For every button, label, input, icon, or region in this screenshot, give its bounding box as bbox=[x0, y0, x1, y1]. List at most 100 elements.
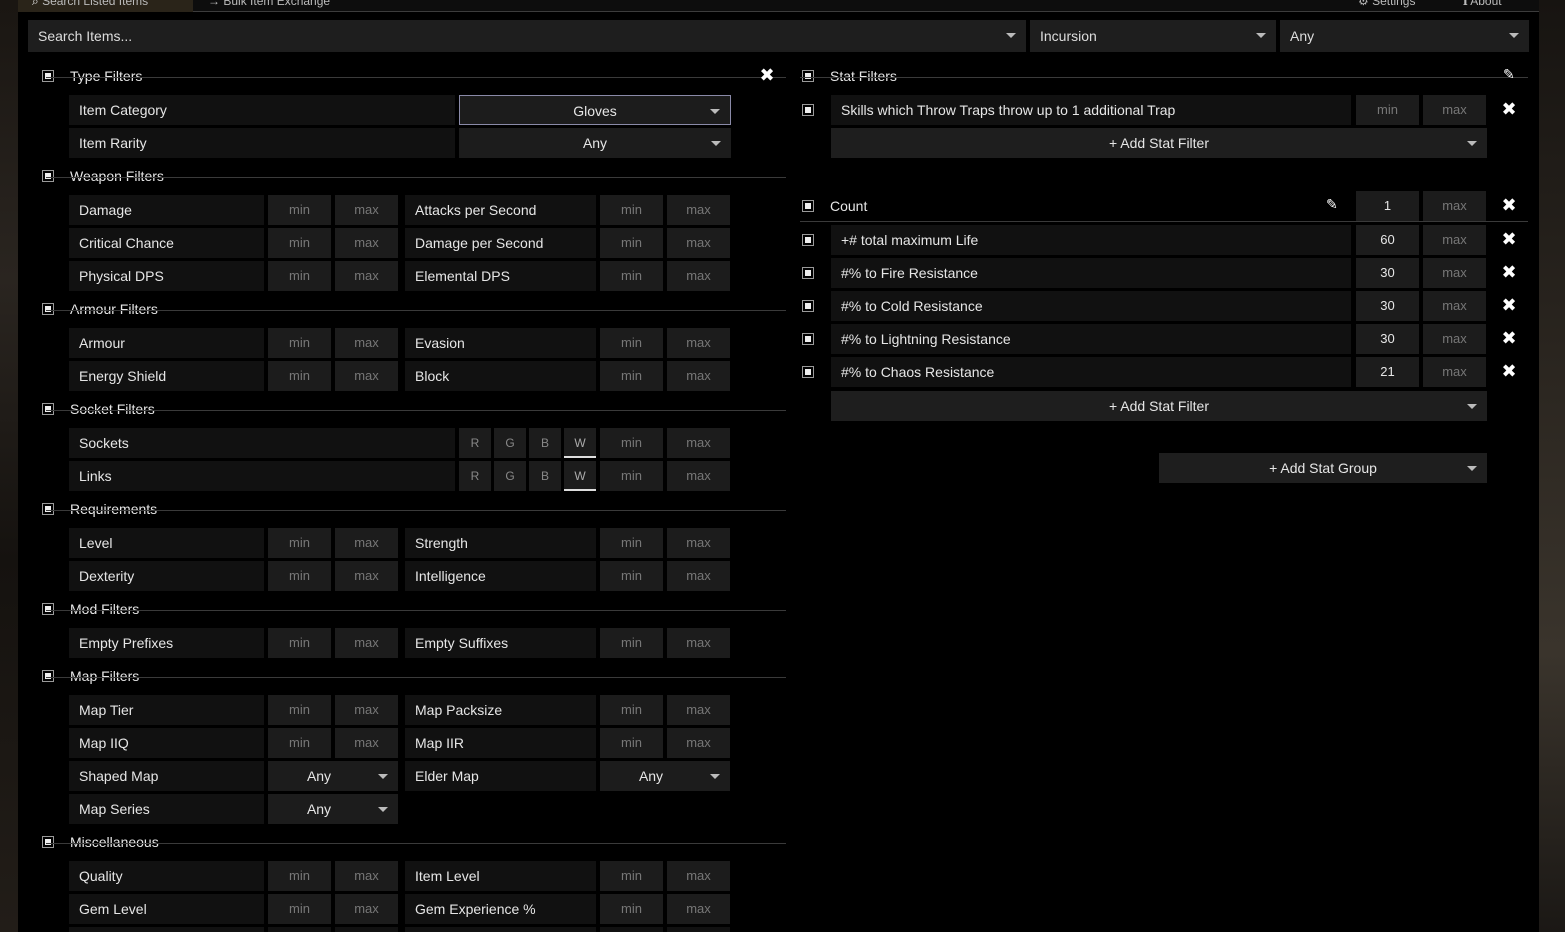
weapon-filters-toggle[interactable] bbox=[42, 170, 54, 182]
type-filters-toggle[interactable] bbox=[42, 70, 54, 82]
map-r1-min[interactable]: min bbox=[600, 728, 663, 758]
edit-icon[interactable]: ✎ bbox=[1503, 68, 1517, 82]
stat-toggle[interactable] bbox=[802, 267, 814, 279]
elder-map-select[interactable]: Any bbox=[600, 761, 730, 791]
misc-r0-max[interactable]: max bbox=[667, 861, 730, 891]
misc-l1-max[interactable]: max bbox=[335, 894, 398, 924]
map-l1-max[interactable]: max bbox=[335, 728, 398, 758]
count-stat-max[interactable]: max bbox=[1423, 258, 1486, 288]
mod-r0-max[interactable]: max bbox=[667, 628, 730, 658]
sockets-socket-white[interactable]: W bbox=[564, 428, 596, 458]
links-socket-blue[interactable]: B bbox=[529, 461, 561, 491]
weapon-r2-max[interactable]: max bbox=[667, 261, 730, 291]
stat-max[interactable]: max bbox=[1423, 95, 1486, 125]
mod-r0-min[interactable]: min bbox=[600, 628, 663, 658]
close-icon[interactable]: ✖ bbox=[1501, 363, 1517, 381]
count-max[interactable]: max bbox=[1423, 191, 1486, 221]
count-stat-max[interactable]: max bbox=[1423, 324, 1486, 354]
weapon-l0-min[interactable]: min bbox=[268, 195, 331, 225]
armour-filters-toggle[interactable] bbox=[42, 303, 54, 315]
req-l0-max[interactable]: max bbox=[335, 528, 398, 558]
req-r1-max[interactable]: max bbox=[667, 561, 730, 591]
status-select[interactable]: Any bbox=[1280, 20, 1529, 52]
stat-toggle[interactable] bbox=[802, 366, 814, 378]
weapon-r0-max[interactable]: max bbox=[667, 195, 730, 225]
count-stat-min[interactable]: 21 bbox=[1356, 357, 1419, 387]
sockets-socket-green[interactable]: G bbox=[494, 428, 526, 458]
stat-toggle[interactable] bbox=[802, 104, 814, 116]
close-icon[interactable]: ✖ bbox=[1501, 231, 1517, 249]
armour-r1-max[interactable]: max bbox=[667, 361, 730, 391]
stat-toggle[interactable] bbox=[802, 300, 814, 312]
armour-l1-min[interactable]: min bbox=[268, 361, 331, 391]
misc-l1-min[interactable]: min bbox=[268, 894, 331, 924]
misc-l0-min[interactable]: min bbox=[268, 861, 331, 891]
sockets-socket-blue[interactable]: B bbox=[529, 428, 561, 458]
weapon-l1-min[interactable]: min bbox=[268, 228, 331, 258]
armour-l1-max[interactable]: max bbox=[335, 361, 398, 391]
links-socket-white[interactable]: W bbox=[564, 461, 596, 491]
edit-icon[interactable]: ✎ bbox=[1326, 198, 1340, 212]
add-stat-group-button[interactable]: + Add Stat Group bbox=[1159, 453, 1487, 483]
armour-l0-min[interactable]: min bbox=[268, 328, 331, 358]
close-icon[interactable]: ✖ bbox=[1501, 264, 1517, 282]
shaped-map-select[interactable]: Any bbox=[268, 761, 398, 791]
about-link[interactable]: ℹ About bbox=[1463, 0, 1533, 12]
map-l0-max[interactable]: max bbox=[335, 695, 398, 725]
stat-toggle[interactable] bbox=[802, 234, 814, 246]
stat-min[interactable]: min bbox=[1356, 95, 1419, 125]
misc-r1-max[interactable]: max bbox=[667, 894, 730, 924]
links-max[interactable]: max bbox=[667, 461, 730, 491]
search-input[interactable]: Search Items... bbox=[28, 20, 1026, 52]
count-stat-min[interactable]: 30 bbox=[1356, 258, 1419, 288]
sockets-max[interactable]: max bbox=[667, 428, 730, 458]
req-l0-min[interactable]: min bbox=[268, 528, 331, 558]
sockets-min[interactable]: min bbox=[600, 428, 663, 458]
item-category-select[interactable]: Gloves bbox=[459, 95, 731, 125]
count-stat-min[interactable]: 60 bbox=[1356, 225, 1419, 255]
req-r0-min[interactable]: min bbox=[600, 528, 663, 558]
weapon-r1-max[interactable]: max bbox=[667, 228, 730, 258]
armour-r0-min[interactable]: min bbox=[600, 328, 663, 358]
requirements-toggle[interactable] bbox=[42, 503, 54, 515]
close-icon[interactable]: ✖ bbox=[1501, 297, 1517, 315]
socket-filters-toggle[interactable] bbox=[42, 403, 54, 415]
mod-filters-toggle[interactable] bbox=[42, 603, 54, 615]
map-r1-max[interactable]: max bbox=[667, 728, 730, 758]
weapon-l2-min[interactable]: min bbox=[268, 261, 331, 291]
add-stat-filter-button[interactable]: + Add Stat Filter bbox=[831, 391, 1487, 421]
misc-r0-min[interactable]: min bbox=[600, 861, 663, 891]
req-l1-max[interactable]: max bbox=[335, 561, 398, 591]
tab-search-listed[interactable]: ⌕ Search Listed Items bbox=[18, 0, 193, 12]
armour-r1-min[interactable]: min bbox=[600, 361, 663, 391]
weapon-r1-min[interactable]: min bbox=[600, 228, 663, 258]
weapon-l1-max[interactable]: max bbox=[335, 228, 398, 258]
map-filters-toggle[interactable] bbox=[42, 670, 54, 682]
weapon-l0-max[interactable]: max bbox=[335, 195, 398, 225]
links-socket-green[interactable]: G bbox=[494, 461, 526, 491]
mod-l0-min[interactable]: min bbox=[268, 628, 331, 658]
req-l1-min[interactable]: min bbox=[268, 561, 331, 591]
settings-link[interactable]: ⚙ Settings bbox=[1358, 0, 1448, 12]
count-stat-max[interactable]: max bbox=[1423, 291, 1486, 321]
close-icon[interactable]: ✖ bbox=[759, 67, 775, 85]
count-toggle[interactable] bbox=[802, 200, 814, 212]
league-select[interactable]: Incursion bbox=[1030, 20, 1276, 52]
weapon-l2-max[interactable]: max bbox=[335, 261, 398, 291]
misc-l0-max[interactable]: max bbox=[335, 861, 398, 891]
close-icon[interactable]: ✖ bbox=[1501, 330, 1517, 348]
count-stat-max[interactable]: max bbox=[1423, 357, 1486, 387]
weapon-r2-min[interactable]: min bbox=[600, 261, 663, 291]
map-series-select[interactable]: Any bbox=[268, 794, 398, 824]
count-stat-max[interactable]: max bbox=[1423, 225, 1486, 255]
add-stat-filter-button[interactable]: + Add Stat Filter bbox=[831, 128, 1487, 158]
item-rarity-select[interactable]: Any bbox=[459, 128, 731, 158]
req-r1-min[interactable]: min bbox=[600, 561, 663, 591]
armour-r0-max[interactable]: max bbox=[667, 328, 730, 358]
stat-toggle[interactable] bbox=[802, 333, 814, 345]
req-r0-max[interactable]: max bbox=[667, 528, 730, 558]
count-stat-min[interactable]: 30 bbox=[1356, 324, 1419, 354]
links-min[interactable]: min bbox=[600, 461, 663, 491]
sockets-socket-red[interactable]: R bbox=[459, 428, 491, 458]
close-icon[interactable]: ✖ bbox=[1501, 101, 1517, 119]
